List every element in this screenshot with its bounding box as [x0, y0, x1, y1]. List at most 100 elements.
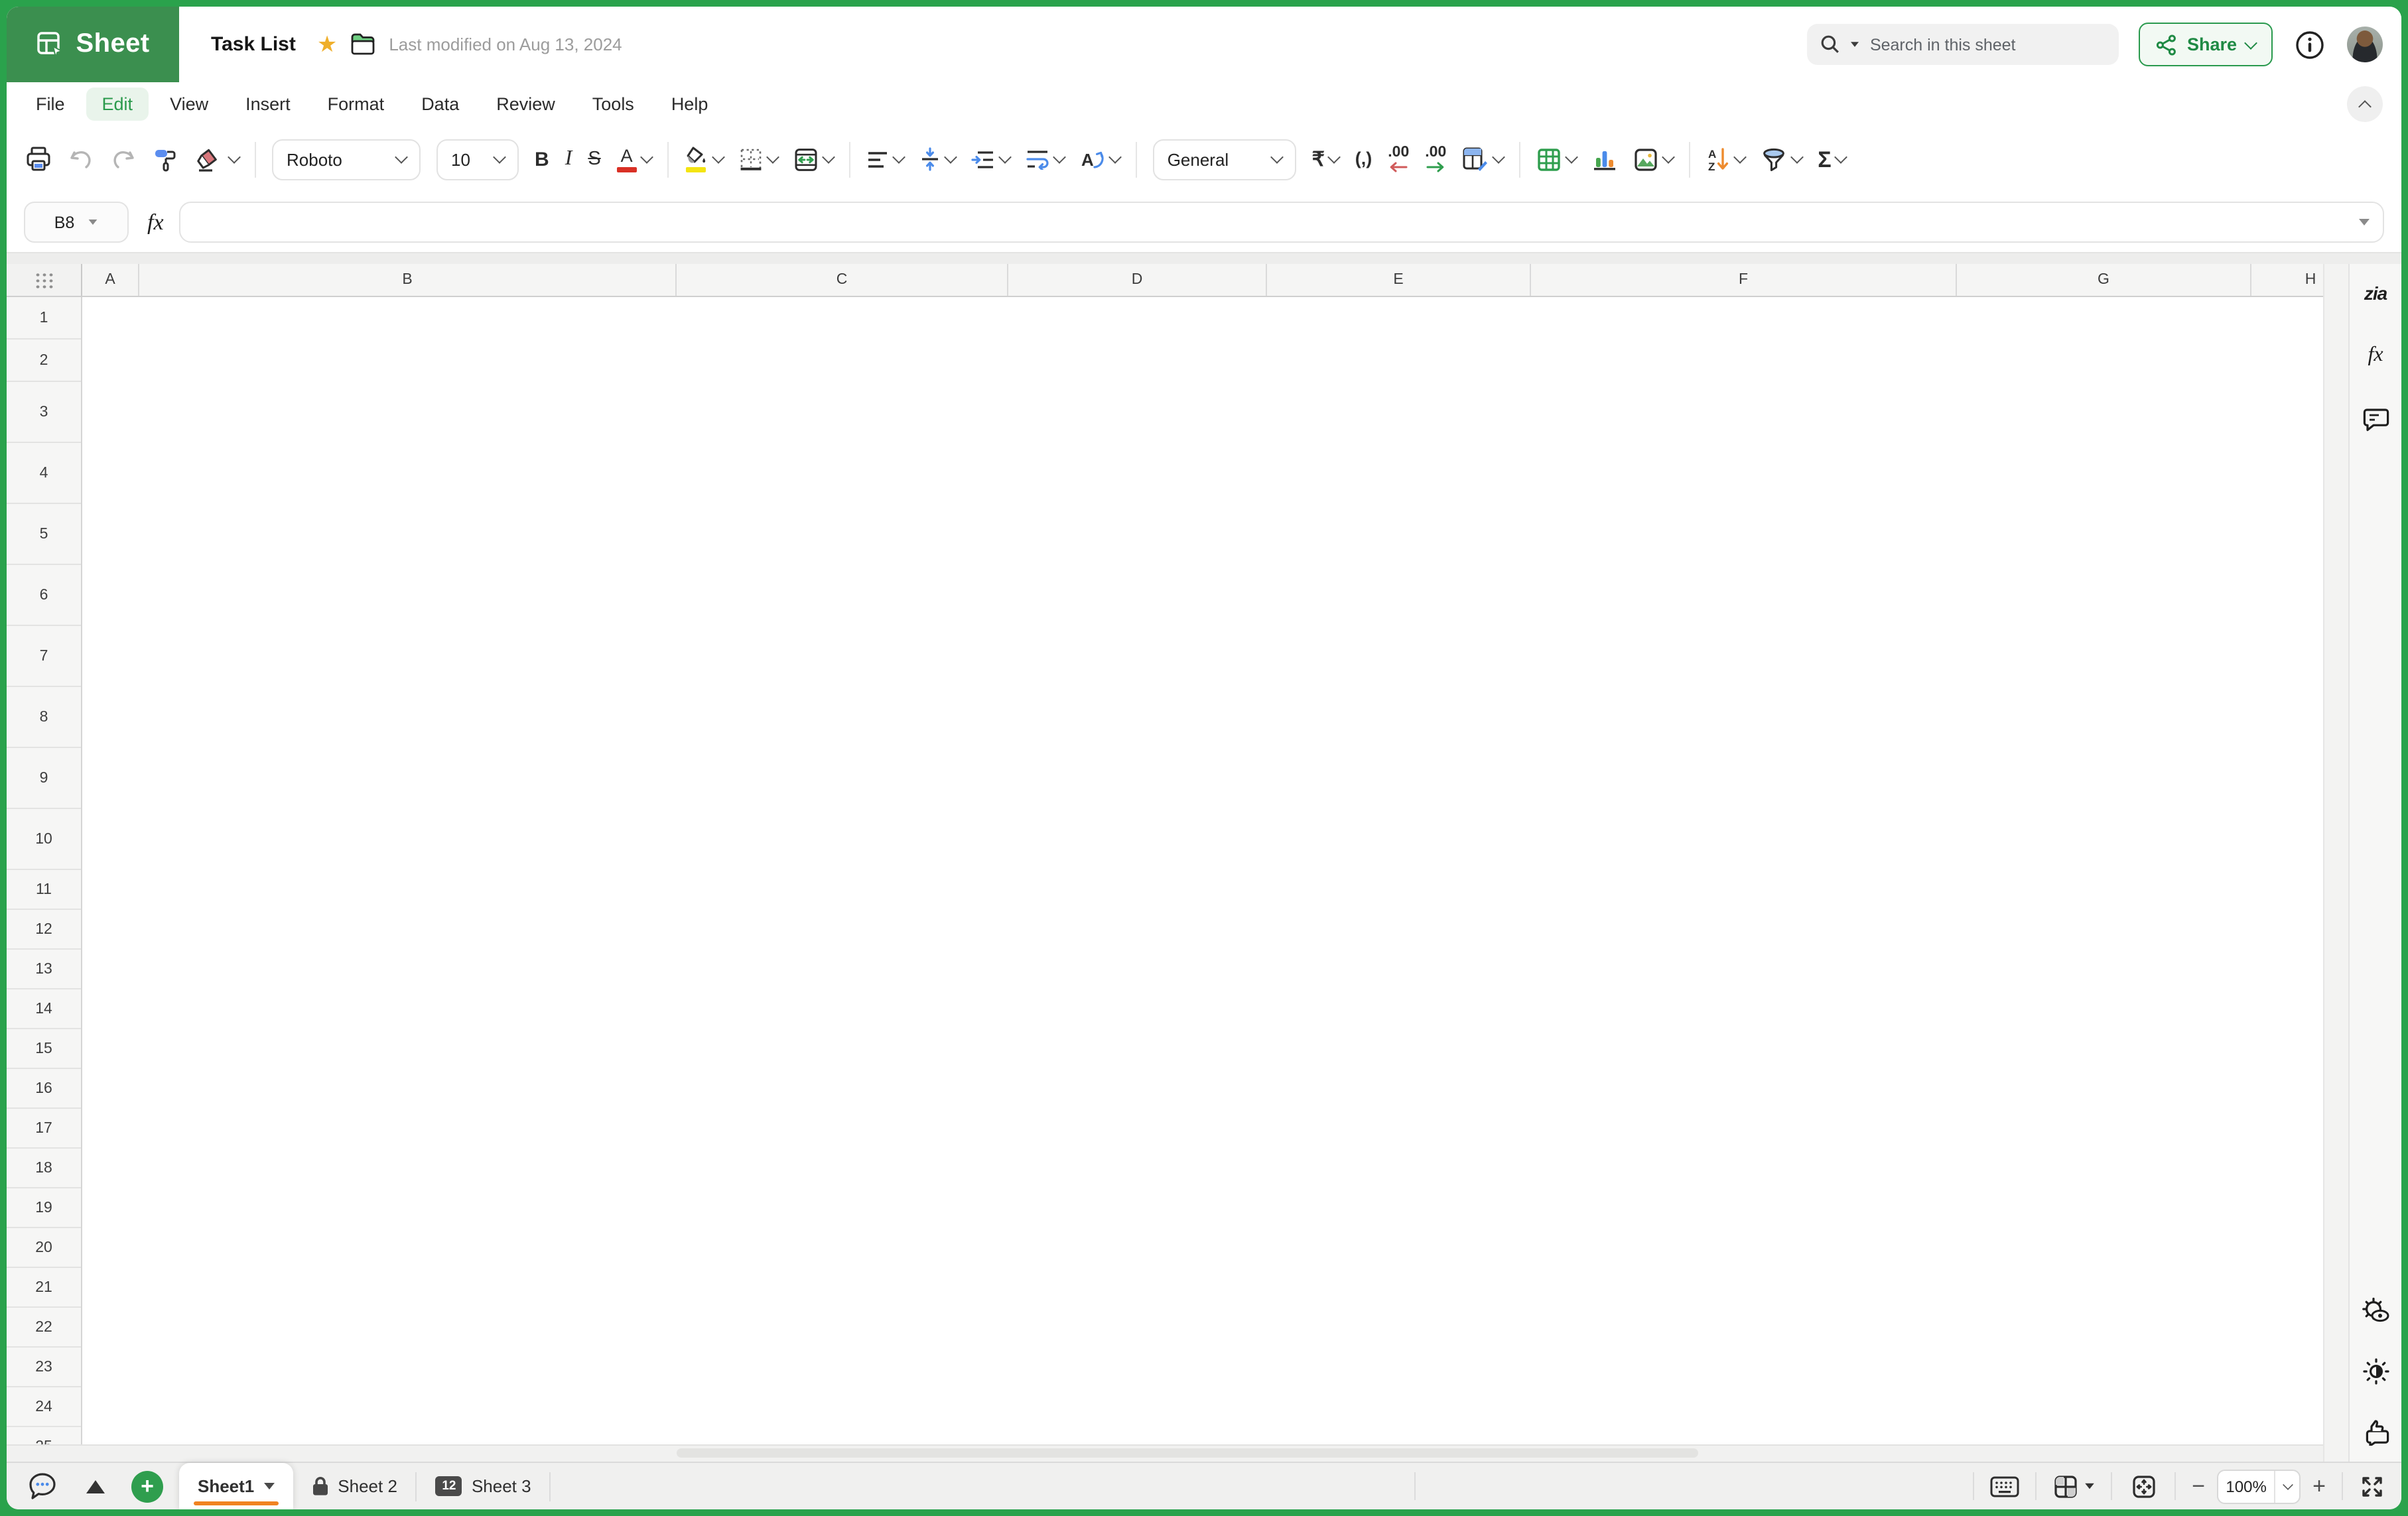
- freeze-panes-caret[interactable]: [2084, 1484, 2094, 1489]
- zoom-out-button[interactable]: −: [2192, 1475, 2205, 1497]
- column-header-F[interactable]: F: [1531, 264, 1957, 296]
- horizontal-scrollbar[interactable]: [7, 1444, 2323, 1462]
- comma-style-button[interactable]: (,): [1355, 151, 1372, 168]
- font-size-select[interactable]: 10: [436, 139, 519, 180]
- row-header-1[interactable]: 1: [7, 297, 81, 340]
- currency-button[interactable]: ₹: [1312, 149, 1339, 169]
- tab-sheet3[interactable]: 12 Sheet 3: [417, 1463, 550, 1509]
- folder-icon[interactable]: [350, 33, 375, 56]
- row-header-23[interactable]: 23: [7, 1348, 81, 1387]
- zoom-level-caret[interactable]: [2274, 1470, 2299, 1502]
- name-box-caret[interactable]: [89, 220, 98, 225]
- indent-button[interactable]: [971, 149, 1010, 169]
- insert-table-button[interactable]: [1536, 147, 1576, 172]
- menu-edit[interactable]: Edit: [86, 88, 149, 121]
- row-header-25[interactable]: 25: [7, 1427, 81, 1444]
- avatar[interactable]: [2347, 27, 2383, 62]
- redo-button[interactable]: [110, 147, 137, 171]
- sort-button[interactable]: A Z: [1706, 147, 1745, 172]
- row-header-22[interactable]: 22: [7, 1308, 81, 1348]
- row-header-11[interactable]: 11: [7, 870, 81, 910]
- comments-icon[interactable]: [2362, 407, 2389, 432]
- column-header-C[interactable]: C: [677, 264, 1008, 296]
- italic-button[interactable]: I: [565, 149, 572, 170]
- horizontal-align-button[interactable]: [866, 149, 903, 169]
- row-header-5[interactable]: 5: [7, 504, 81, 565]
- row-header-13[interactable]: 13: [7, 950, 81, 989]
- collapse-toolbar-button[interactable]: [2347, 86, 2383, 122]
- view-settings-icon[interactable]: [2362, 1297, 2389, 1324]
- favorite-star-icon[interactable]: ★: [317, 31, 338, 58]
- row-header-15[interactable]: 15: [7, 1029, 81, 1069]
- select-all-corner[interactable]: [7, 264, 82, 296]
- column-header-G[interactable]: G: [1957, 264, 2251, 296]
- decrease-decimal-button[interactable]: .00: [1388, 147, 1409, 172]
- font-color-button[interactable]: A: [617, 147, 651, 172]
- sheet-tab-caret[interactable]: [263, 1483, 274, 1489]
- search-options-caret[interactable]: [1851, 42, 1859, 47]
- tab-sheet2[interactable]: Sheet 2: [293, 1463, 416, 1509]
- column-header-H[interactable]: H: [2251, 264, 2323, 296]
- fullscreen-button[interactable]: [2343, 1463, 2401, 1509]
- borders-button[interactable]: [739, 147, 777, 171]
- name-box[interactable]: B8: [24, 202, 129, 243]
- number-format-select[interactable]: General: [1153, 139, 1296, 180]
- zoom-level-select[interactable]: 100%: [2217, 1469, 2301, 1503]
- row-header-7[interactable]: 7: [7, 626, 81, 687]
- menu-data[interactable]: Data: [405, 88, 475, 121]
- row-header-4[interactable]: 4: [7, 443, 81, 504]
- row-header-14[interactable]: 14: [7, 989, 81, 1029]
- share-button[interactable]: Share: [2139, 23, 2273, 66]
- zoom-in-button[interactable]: +: [2312, 1475, 2326, 1497]
- keyboard-shortcuts-button[interactable]: [1974, 1463, 2035, 1509]
- contrast-icon[interactable]: [2362, 1358, 2389, 1385]
- conditional-format-button[interactable]: [1462, 146, 1503, 172]
- row-header-18[interactable]: 18: [7, 1149, 81, 1188]
- functions-icon[interactable]: fx: [2368, 344, 2383, 367]
- increase-decimal-button[interactable]: .00: [1425, 147, 1446, 172]
- insert-chart-button[interactable]: [1592, 147, 1617, 172]
- tab-sheet1[interactable]: Sheet1: [179, 1463, 293, 1509]
- info-icon[interactable]: [2293, 27, 2327, 62]
- print-button[interactable]: [25, 146, 52, 172]
- sheet-list-icon[interactable]: [86, 1480, 105, 1493]
- feedback-icon[interactable]: [2361, 1419, 2390, 1446]
- vertical-scrollbar[interactable]: [2323, 264, 2348, 1462]
- row-header-3[interactable]: 3: [7, 382, 81, 443]
- strikethrough-button[interactable]: S: [588, 150, 600, 169]
- row-header-8[interactable]: 8: [7, 687, 81, 748]
- clear-format-button[interactable]: [195, 146, 239, 172]
- insert-image-button[interactable]: [1633, 147, 1673, 172]
- menu-tools[interactable]: Tools: [576, 88, 650, 121]
- row-header-21[interactable]: 21: [7, 1268, 81, 1308]
- menu-insert[interactable]: Insert: [230, 88, 306, 121]
- row-header-17[interactable]: 17: [7, 1109, 81, 1149]
- zia-icon[interactable]: zia: [2364, 283, 2387, 304]
- column-header-E[interactable]: E: [1267, 264, 1531, 296]
- formula-bar-expand-caret[interactable]: [2359, 219, 2370, 225]
- row-header-6[interactable]: 6: [7, 565, 81, 626]
- undo-button[interactable]: [68, 147, 94, 171]
- row-header-24[interactable]: 24: [7, 1387, 81, 1427]
- horizontal-scrollbar-thumb[interactable]: [677, 1448, 1698, 1458]
- menu-file[interactable]: File: [20, 88, 81, 121]
- merge-cells-button[interactable]: [793, 147, 833, 172]
- discuss-icon[interactable]: [28, 1472, 57, 1500]
- freeze-panes-button[interactable]: [2037, 1463, 2111, 1509]
- sum-button[interactable]: Σ: [1818, 148, 1845, 170]
- row-header-16[interactable]: 16: [7, 1069, 81, 1109]
- wrap-text-button[interactable]: [1026, 149, 1064, 170]
- column-header-B[interactable]: B: [139, 264, 677, 296]
- search-input[interactable]: Search in this sheet: [1808, 24, 2119, 65]
- format-painter-button[interactable]: [153, 146, 179, 172]
- app-logo[interactable]: Sheet: [7, 7, 179, 82]
- row-header-19[interactable]: 19: [7, 1188, 81, 1228]
- row-header-2[interactable]: 2: [7, 340, 81, 382]
- document-title[interactable]: Task List: [211, 33, 296, 56]
- menu-view[interactable]: View: [154, 88, 224, 121]
- formula-input[interactable]: [180, 202, 2384, 243]
- menu-review[interactable]: Review: [480, 88, 571, 121]
- row-header-9[interactable]: 9: [7, 748, 81, 809]
- column-header-A[interactable]: A: [82, 264, 139, 296]
- sheet-canvas[interactable]: [82, 297, 2323, 1444]
